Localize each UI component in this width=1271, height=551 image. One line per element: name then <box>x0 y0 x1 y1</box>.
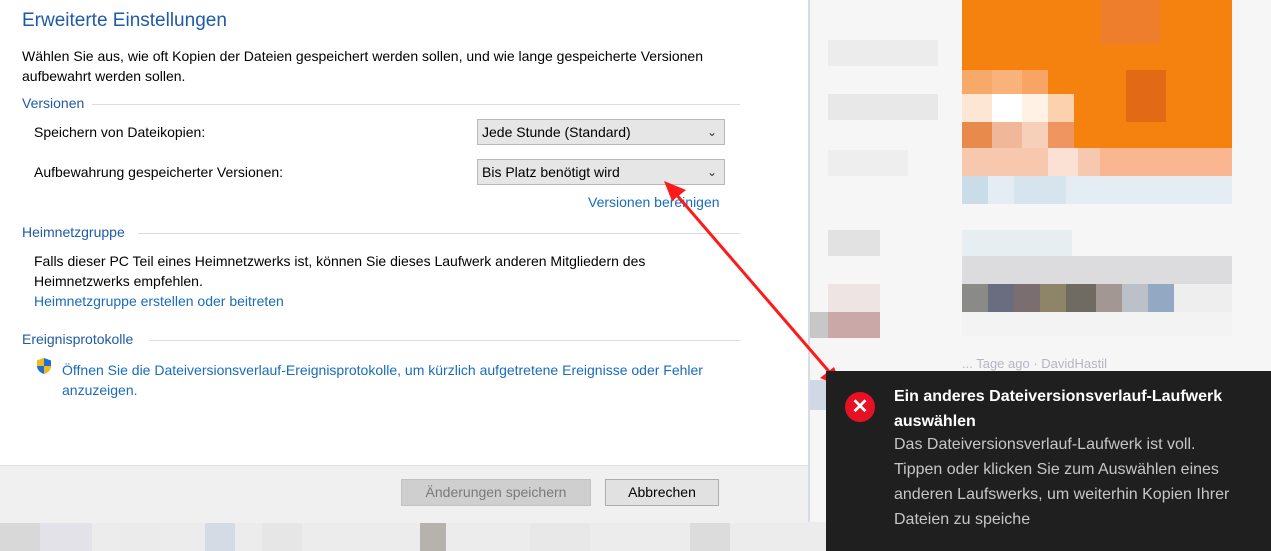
homegroup-text: Falls dieser PC Teil eines Heimnetzwerks… <box>34 253 646 289</box>
event-logs-link[interactable]: Öffnen Sie die Dateiversionsverlauf-Erei… <box>62 360 722 400</box>
save-changes-button[interactable]: Änderungen speichern <box>401 479 591 506</box>
section-heading-versions: Versionen <box>22 95 85 111</box>
cancel-button[interactable]: Abbrechen <box>605 479 719 506</box>
retention-label: Aufbewahrung gespeicherter Versionen: <box>34 164 284 180</box>
toast-body: Das Dateiversionsverlauf-Laufwerk ist vo… <box>894 436 1230 528</box>
dialog-footer: Änderungen speichern Abbrechen <box>0 465 808 523</box>
section-divider <box>92 104 740 105</box>
uac-shield-icon <box>37 358 51 374</box>
retention-value: Bis Platz benötigt wird <box>482 164 620 180</box>
chevron-down-icon: ⌄ <box>706 125 717 139</box>
section-versions: Versionen <box>22 95 740 111</box>
background-partial-text: ... Tage ago · DavidHastil <box>962 356 1107 371</box>
notification-toast[interactable]: ✕ Ein anderes Dateiversionsverlauf-Laufw… <box>826 371 1271 551</box>
toast-title: Ein anderes Dateiversionsverlauf-Laufwer… <box>894 388 1223 430</box>
section-heading-homegroup: Heimnetzgruppe <box>22 224 125 240</box>
section-homegroup: Heimnetzgruppe <box>22 224 740 240</box>
chevron-down-icon: ⌄ <box>706 165 717 179</box>
taskbar-strip <box>0 522 826 551</box>
homegroup-link[interactable]: Heimnetzgruppe erstellen oder beitreten <box>34 293 284 309</box>
cleanup-versions-link[interactable]: Versionen bereinigen <box>588 194 720 210</box>
retention-select[interactable]: Bis Platz benötigt wird ⌄ <box>477 159 725 185</box>
error-icon: ✕ <box>845 392 875 422</box>
save-copies-label: Speichern von Dateikopien: <box>34 124 206 140</box>
section-heading-event-logs: Ereignisprotokolle <box>22 331 134 347</box>
section-event-logs: Ereignisprotokolle <box>22 331 740 347</box>
page-title: Erweiterte Einstellungen <box>22 10 227 31</box>
section-divider <box>138 233 740 234</box>
advanced-settings-dialog: Erweiterte Einstellungen Wählen Sie aus,… <box>0 0 810 523</box>
save-copies-select[interactable]: Jede Stunde (Standard) ⌄ <box>477 119 725 145</box>
section-divider <box>149 340 740 341</box>
page-description: Wählen Sie aus, wie oft Kopien der Datei… <box>22 48 703 84</box>
save-copies-value: Jede Stunde (Standard) <box>482 124 631 140</box>
